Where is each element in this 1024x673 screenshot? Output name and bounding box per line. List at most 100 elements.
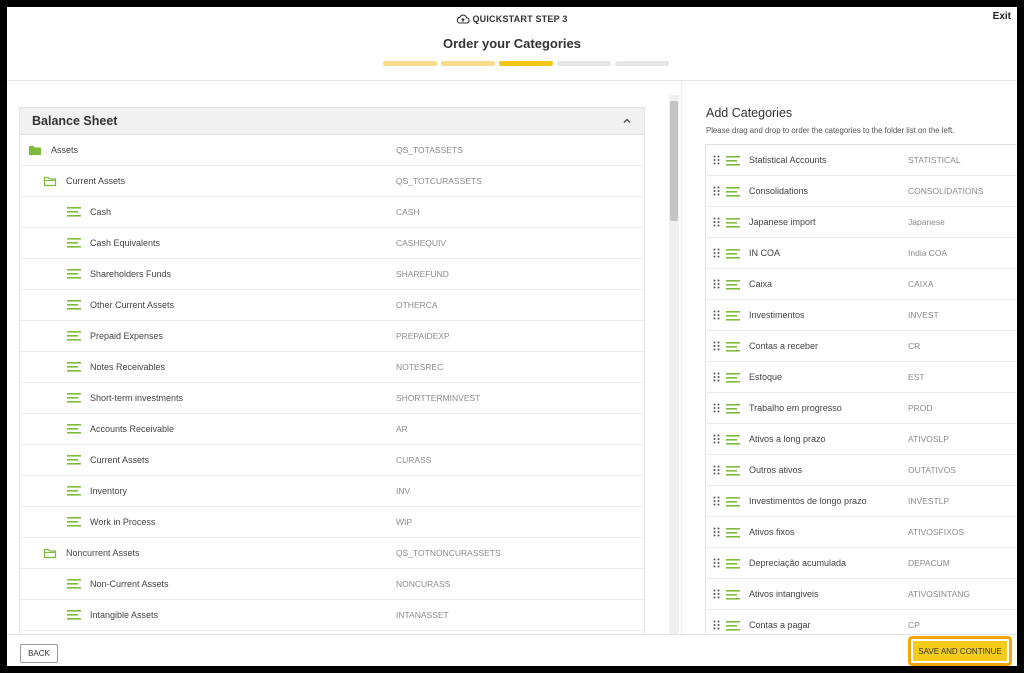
category-name: Non-Current Assets [90,579,169,589]
lines-icon [726,465,740,476]
drag-handle-icon[interactable] [713,155,720,165]
step-label: QUICKSTART STEP 3 [472,14,568,24]
scrollbar-thumb[interactable] [670,101,678,221]
lines-icon [726,248,740,259]
category-code: SHAREFUND [396,269,449,279]
draggable-category-row[interactable]: Japanese import Japanese [706,207,1017,238]
drag-handle-icon[interactable] [713,279,720,289]
tree-category-row[interactable]: Short-term investments SHORTTERMINVEST [20,383,644,414]
tree-folder-row[interactable]: Current Assets QS_TOTCURASSETS [20,166,644,197]
chevron-up-icon[interactable] [622,116,632,126]
category-code: CR [908,341,921,351]
exit-button[interactable]: Exit [993,11,1011,22]
draggable-category-row[interactable]: Contas a pagar CP [706,610,1017,635]
category-name: Cash Equivalents [90,238,161,248]
category-code: CAIXA [908,279,934,289]
drag-handle-icon[interactable] [713,310,720,320]
draggable-category-row[interactable]: IN COA India COA [706,238,1017,269]
lines-icon [67,578,81,590]
tree-category-row[interactable]: Inventory INV [20,476,644,507]
tree-category-row[interactable]: Intangible Assets INTANASSET [20,600,644,631]
draggable-category-row[interactable]: Statistical Accounts STATISTICAL [706,145,1017,176]
category-name: Outros ativos [749,465,803,475]
category-code: CASH [396,207,420,217]
category-name: Depreciação acumulada [749,558,847,568]
draggable-category-row[interactable]: Investimentos de longo prazo INVESTLP [706,486,1017,517]
drag-handle-icon[interactable] [713,589,720,599]
progress-segment [383,61,437,66]
back-button[interactable]: BACK [20,644,58,663]
footer: BACK SAVE AND CONTINUE [7,634,1017,666]
category-name: Work in Process [90,517,156,527]
category-name: Contas a receber [749,341,819,351]
draggable-category-row[interactable]: Trabalho em progresso PROD [706,393,1017,424]
category-code: AR [396,424,408,434]
scrollbar[interactable] [669,95,679,641]
tree-folder-row[interactable]: Noncurrent Assets QS_TOTNONCURASSETS [20,538,644,569]
folder-filled-icon [28,144,42,156]
category-name: Other Current Assets [90,300,175,310]
draggable-category-row[interactable]: Ativos a long prazo ATIVOSLP [706,424,1017,455]
drag-handle-icon[interactable] [713,341,720,351]
category-name: Assets [51,145,79,155]
tree-folder-row[interactable]: Assets QS_TOTASSETS [20,135,644,166]
drag-handle-icon[interactable] [713,434,720,444]
draggable-category-row[interactable]: Investimentos INVEST [706,300,1017,331]
drag-handle-icon[interactable] [713,465,720,475]
draggable-category-row[interactable]: Ativos intangiveis ATIVOSINTANG [706,579,1017,610]
tree-category-row[interactable]: Prepaid Expenses PREPAIDEXP [20,321,644,352]
category-name: Noncurrent Assets [66,548,140,558]
available-categories-list: Statistical Accounts STATISTICAL Consolida… [705,144,1017,636]
lines-icon [726,186,740,197]
category-name: Inventory [90,486,128,496]
category-code: SHORTTERMINVEST [396,393,481,403]
drag-handle-icon[interactable] [713,248,720,258]
tree-category-row[interactable]: Work in Process WIP [20,507,644,538]
lines-icon [67,392,81,404]
tree-category-row[interactable]: Accounts Receivable AR [20,414,644,445]
drag-handle-icon[interactable] [713,403,720,413]
lines-icon [67,454,81,466]
draggable-category-row[interactable]: Outros ativos OUTATIVOS [706,455,1017,486]
category-name: Ativos a long prazo [749,434,826,444]
draggable-category-row[interactable]: Consolidations CONSOLIDATIONS [706,176,1017,207]
drag-handle-icon[interactable] [713,527,720,537]
category-code: CP [908,620,920,630]
lines-icon [726,403,740,414]
category-code: WIP [396,517,413,527]
lines-icon [726,372,740,383]
draggable-category-row[interactable]: Depreciação acumulada DEPACUM [706,548,1017,579]
category-name: Current Assets [90,455,150,465]
category-code: NOTESREC [396,362,444,372]
tree-category-row[interactable]: Other Current Assets OTHERCA [20,290,644,321]
add-categories-title: Add Categories [706,106,793,120]
drag-handle-icon[interactable] [713,186,720,196]
tree-category-row[interactable]: Notes Receivables NOTESREC [20,352,644,383]
progress-segment [557,61,611,66]
lines-icon [726,558,740,569]
drag-handle-icon[interactable] [713,558,720,568]
lines-icon [67,516,81,528]
drag-handle-icon[interactable] [713,372,720,382]
draggable-category-row[interactable]: Contas a receber CR [706,331,1017,362]
tree-category-row[interactable]: Cash CASH [20,197,644,228]
tree-category-row[interactable]: Current Assets CURASS [20,445,644,476]
lines-icon [726,279,740,290]
lines-icon [726,527,740,538]
drag-handle-icon[interactable] [713,620,720,630]
draggable-category-row[interactable]: Caixa CAIXA [706,269,1017,300]
lines-icon [726,496,740,507]
tree-category-row[interactable]: Cash Equivalents CASHEQUIV [20,228,644,259]
lines-icon [726,155,740,166]
category-name: Short-term investments [90,393,184,403]
category-name: Cash [90,207,112,217]
save-and-continue-button[interactable]: SAVE AND CONTINUE [913,641,1007,661]
quickstart-window: QUICKSTART STEP 3 Order your Categories … [7,7,1017,666]
draggable-category-row[interactable]: Ativos fixos ATIVOSFIXOS [706,517,1017,548]
drag-handle-icon[interactable] [713,217,720,227]
balance-sheet-header[interactable]: Balance Sheet [20,108,644,135]
tree-category-row[interactable]: Shareholders Funds SHAREFUND [20,259,644,290]
drag-handle-icon[interactable] [713,496,720,506]
tree-category-row[interactable]: Non-Current Assets NONCURASS [20,569,644,600]
draggable-category-row[interactable]: Estoque EST [706,362,1017,393]
